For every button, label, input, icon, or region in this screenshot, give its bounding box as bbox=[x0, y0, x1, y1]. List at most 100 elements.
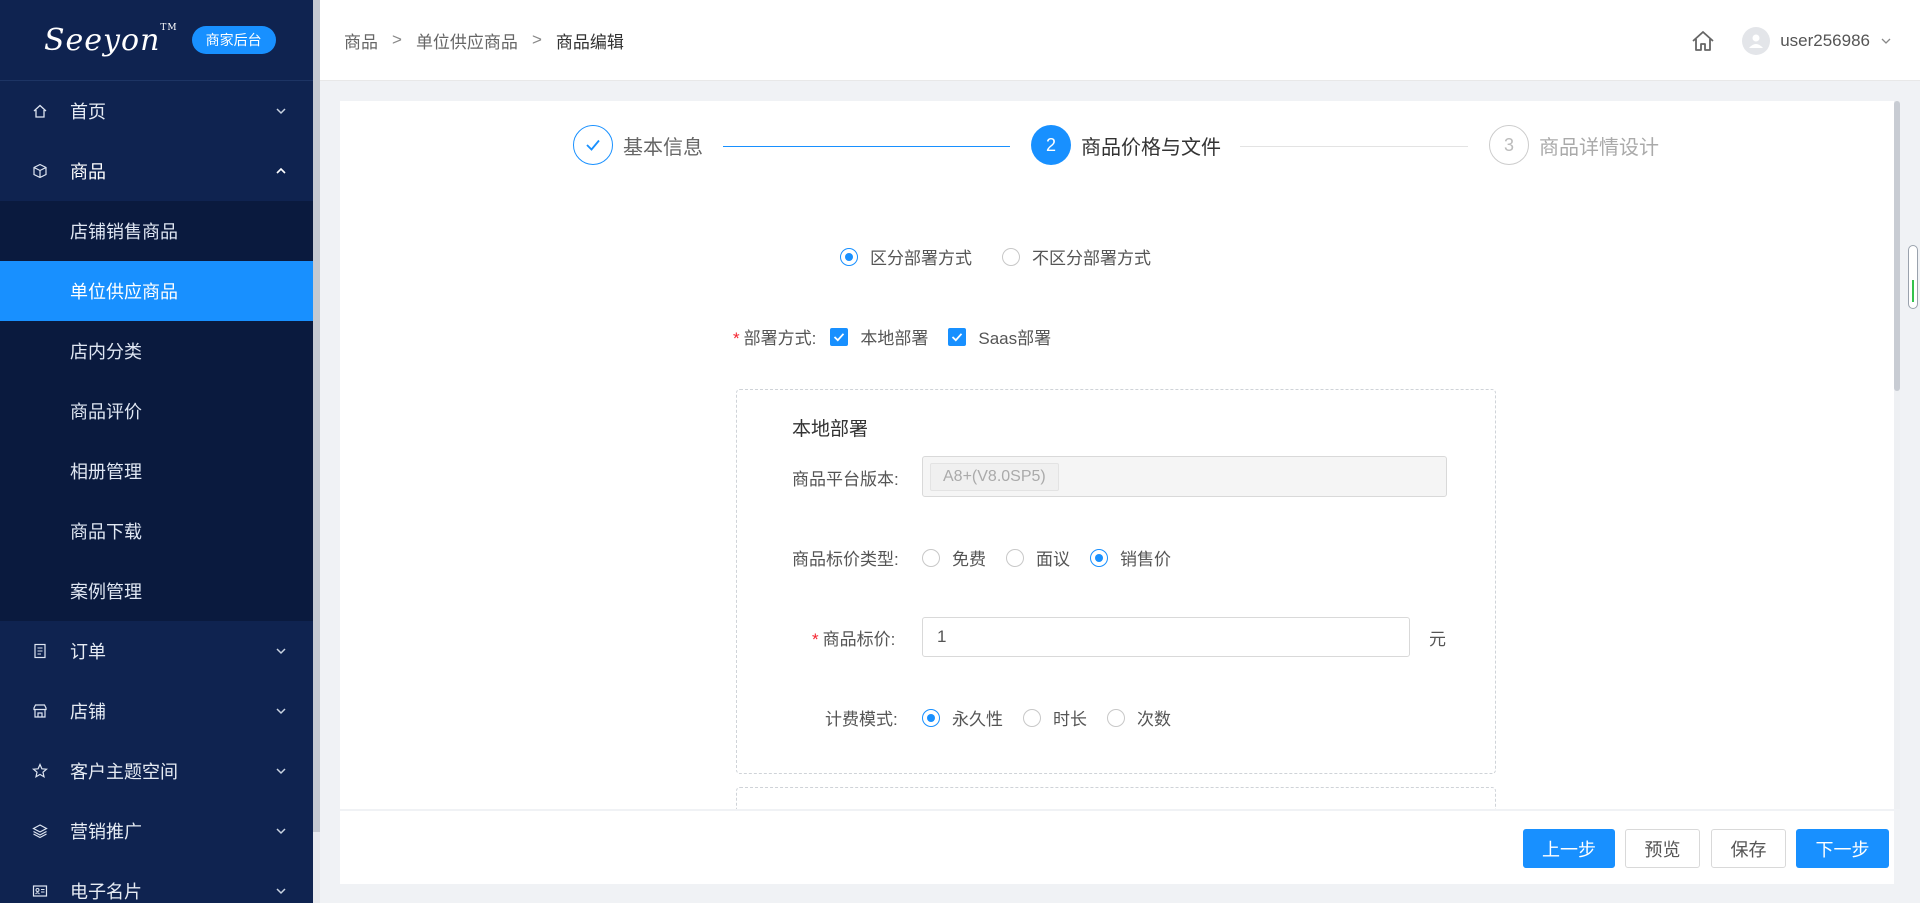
radio-dot bbox=[1107, 708, 1125, 727]
radio-distinguish[interactable]: 区分部署方式 bbox=[840, 244, 972, 269]
user-icon bbox=[1749, 34, 1764, 48]
saas-deploy-section bbox=[736, 787, 1496, 809]
main-panel: 基本信息 2 商品价格与文件 3 商品详情设计 区分部署方式 不区分部署方式 *… bbox=[340, 101, 1894, 809]
checkbox-checked-icon bbox=[830, 327, 849, 346]
logo-bar: SeeyonTM 商家后台 bbox=[0, 0, 313, 81]
document-icon bbox=[32, 643, 48, 659]
scrollbar-thumb[interactable] bbox=[313, 0, 320, 832]
sidebar-item-albums[interactable]: 相册管理 bbox=[0, 441, 313, 501]
scrollbar-thumb[interactable] bbox=[1894, 101, 1900, 391]
platform-tag: A8+(V8.0SP5) bbox=[930, 463, 1059, 491]
sidebar-item-cases[interactable]: 案例管理 bbox=[0, 561, 313, 621]
sidebar-item-customer-space[interactable]: 客户主题空间 bbox=[0, 741, 313, 801]
sidebar-item-label: 营销推广 bbox=[70, 822, 142, 842]
home-icon[interactable] bbox=[1690, 28, 1716, 54]
sidebar-item-marketing[interactable]: 营销推广 bbox=[0, 801, 313, 861]
sidebar-item-home[interactable]: 首页 bbox=[0, 81, 313, 141]
mode-radio-group: 区分部署方式 不区分部署方式 bbox=[840, 244, 1151, 269]
prev-step-button[interactable]: 上一步 bbox=[1523, 829, 1615, 868]
cube-icon bbox=[32, 163, 48, 179]
sidebar-item-store-sales[interactable]: 店铺销售商品 bbox=[0, 201, 313, 261]
local-deploy-section: 本地部署 商品平台版本: A8+(V8.0SP5) 商品标价类型: 免费 面议 … bbox=[736, 389, 1496, 774]
radio-sale-price[interactable]: 销售价 bbox=[1090, 545, 1171, 570]
breadcrumb-goods[interactable]: 商品 bbox=[344, 28, 378, 53]
radio-dot bbox=[1023, 708, 1041, 727]
step-label: 商品详情设计 bbox=[1539, 136, 1659, 159]
section-title: 本地部署 bbox=[792, 419, 869, 440]
username[interactable]: user256986 bbox=[1780, 31, 1870, 51]
sidebar-item-goods[interactable]: 商品 bbox=[0, 141, 313, 201]
radio-negotiable[interactable]: 面议 bbox=[1006, 545, 1070, 570]
radio-dot bbox=[840, 247, 858, 266]
radio-duration[interactable]: 时长 bbox=[1023, 705, 1087, 730]
breadcrumb-separator: > bbox=[392, 30, 402, 49]
deploy-row: * 部署方式: 本地部署 Saas部署 bbox=[733, 324, 1051, 349]
avatar[interactable] bbox=[1742, 26, 1771, 55]
save-button[interactable]: 保存 bbox=[1711, 829, 1786, 868]
header-user-area: user256986 bbox=[1690, 0, 1892, 81]
sidebar-item-label: 商品 bbox=[70, 162, 106, 182]
radio-dot bbox=[1090, 548, 1108, 567]
action-footer: 上一步 预览 保存 下一步 bbox=[340, 811, 1894, 884]
sidebar-item-reviews[interactable]: 商品评价 bbox=[0, 381, 313, 441]
deploy-label: * 部署方式: bbox=[733, 329, 817, 348]
sidebar-item-store-category[interactable]: 店内分类 bbox=[0, 321, 313, 381]
breadcrumb-unit-supply[interactable]: 单位供应商品 bbox=[416, 28, 518, 53]
breadcrumb-current: 商品编辑 bbox=[555, 32, 624, 52]
price-type-label: 商品标价类型: bbox=[792, 550, 899, 569]
platform-label: 商品平台版本: bbox=[792, 470, 899, 489]
billing-label: 计费模式: bbox=[825, 710, 898, 729]
breadcrumb: 商品 > 单位供应商品 > 商品编辑 bbox=[344, 28, 624, 53]
radio-count[interactable]: 次数 bbox=[1107, 705, 1171, 730]
platform-version-field: A8+(V8.0SP5) bbox=[922, 456, 1447, 497]
checkbox-saas[interactable]: Saas部署 bbox=[948, 324, 1051, 349]
sidebar-item-orders[interactable]: 订单 bbox=[0, 621, 313, 681]
step-connector bbox=[1240, 146, 1468, 147]
chevron-down-icon bbox=[276, 108, 286, 115]
layers-icon bbox=[32, 823, 48, 839]
step-done-icon bbox=[573, 125, 613, 165]
next-step-button[interactable]: 下一步 bbox=[1796, 829, 1889, 868]
step-label: 商品价格与文件 bbox=[1081, 136, 1221, 159]
chevron-down-icon[interactable] bbox=[1880, 35, 1892, 47]
sidebar-item-label: 电子名片 bbox=[70, 882, 142, 902]
billing-radio-group: 永久性 时长 次数 bbox=[922, 705, 1171, 730]
step-number: 2 bbox=[1031, 125, 1071, 165]
radio-permanent[interactable]: 永久性 bbox=[922, 705, 1003, 730]
step-indicator: 基本信息 2 商品价格与文件 3 商品详情设计 bbox=[340, 125, 1894, 167]
radio-dot bbox=[1006, 548, 1024, 567]
chevron-down-icon bbox=[276, 888, 286, 895]
star-icon bbox=[32, 763, 48, 779]
top-header: 商品 > 单位供应商品 > 商品编辑 user256986 bbox=[320, 0, 1920, 81]
sidebar-item-unit-supply[interactable]: 单位供应商品 bbox=[0, 261, 313, 321]
main-scrollbar[interactable] bbox=[1894, 101, 1900, 809]
step-basic-info: 基本信息 bbox=[573, 125, 703, 165]
store-icon bbox=[32, 703, 48, 719]
chevron-down-icon bbox=[276, 708, 286, 715]
chevron-down-icon bbox=[276, 648, 286, 655]
sidebar-item-store[interactable]: 店铺 bbox=[0, 681, 313, 741]
radio-free[interactable]: 免费 bbox=[922, 545, 986, 570]
sidebar-item-downloads[interactable]: 商品下载 bbox=[0, 501, 313, 561]
page-scroll-indicator[interactable] bbox=[1908, 245, 1918, 309]
radio-no-distinguish[interactable]: 不区分部署方式 bbox=[1002, 244, 1151, 269]
preview-button[interactable]: 预览 bbox=[1625, 829, 1700, 868]
step-connector bbox=[723, 146, 1010, 147]
home-icon bbox=[32, 103, 48, 119]
id-card-icon bbox=[32, 883, 48, 899]
step-price-files: 2 商品价格与文件 bbox=[1031, 125, 1221, 165]
radio-dot bbox=[922, 548, 940, 567]
merchant-badge: 商家后台 bbox=[191, 26, 276, 54]
sidebar-scrollbar[interactable] bbox=[313, 0, 320, 903]
step-number: 3 bbox=[1489, 125, 1529, 165]
sidebar-item-label: 店铺 bbox=[70, 702, 106, 722]
sidebar-item-business-card[interactable]: 电子名片 bbox=[0, 861, 313, 903]
radio-dot bbox=[1002, 247, 1020, 266]
price-input[interactable]: 1 bbox=[922, 617, 1410, 657]
radio-dot bbox=[922, 708, 940, 727]
breadcrumb-separator: > bbox=[531, 30, 542, 49]
goods-submenu: 店铺销售商品 单位供应商品 店内分类 商品评价 相册管理 商品下载 案例管理 bbox=[0, 201, 313, 621]
checkbox-checked-icon bbox=[948, 327, 967, 346]
price-unit: 元 bbox=[1429, 630, 1446, 649]
checkbox-local[interactable]: 本地部署 bbox=[830, 324, 928, 349]
